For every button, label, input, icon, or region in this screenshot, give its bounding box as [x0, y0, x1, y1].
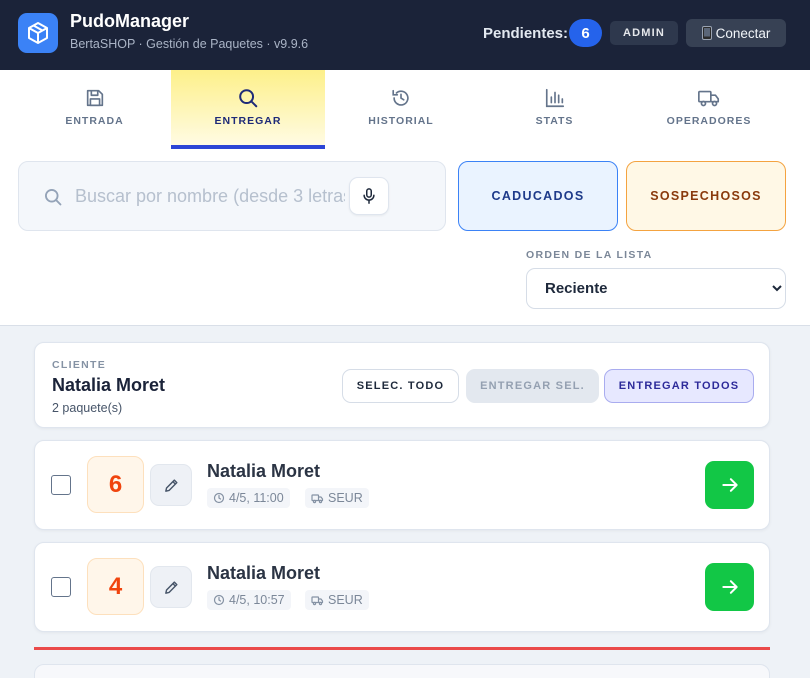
search-input[interactable]	[75, 184, 345, 208]
datetime-text: 4/5, 10:57	[229, 593, 285, 607]
order-label: ORDEN DE LA LISTA	[526, 249, 653, 261]
package-row: 4 Natalia Moret 4/5, 10:57 SEUR	[34, 542, 770, 632]
app-subtitle: BertaSHOP · Gestión de Paquetes · v9.9.6	[70, 37, 309, 51]
carrier-text: SEUR	[328, 593, 363, 607]
filter-caducados-button[interactable]: CADUCADOS	[458, 161, 618, 231]
deliver-selected-button[interactable]: ENTREGAR SEL.	[466, 369, 599, 403]
package-carrier: SEUR	[305, 590, 369, 610]
microphone-icon	[363, 188, 375, 204]
package-logo-icon	[18, 13, 58, 53]
pending-label: Pendientes:	[483, 25, 569, 42]
select-all-button[interactable]: SELEC. TODO	[342, 369, 459, 403]
tab-operadores[interactable]: OPERADORES	[632, 70, 786, 149]
package-row: 6 Natalia Moret 4/5, 11:00 SEUR	[34, 440, 770, 530]
truck-icon	[311, 493, 324, 503]
phone-icon	[701, 26, 712, 40]
truck-icon	[311, 595, 324, 605]
datetime-text: 4/5, 11:00	[229, 491, 284, 505]
tab-stats[interactable]: STATS	[477, 70, 632, 149]
controls-panel: ENTRADA ENTREGAR HISTORIAL STATS OPERADO…	[0, 70, 810, 326]
connect-button[interactable]: Conectar	[686, 19, 786, 47]
tab-historial[interactable]: HISTORIAL	[325, 70, 477, 149]
package-carrier: SEUR	[305, 488, 369, 508]
edit-button[interactable]	[150, 566, 192, 608]
app-header: PudoManager BertaSHOP · Gestión de Paque…	[0, 0, 810, 70]
group-divider	[34, 647, 770, 650]
tab-entrada[interactable]: ENTRADA	[18, 70, 171, 149]
deliver-package-button[interactable]	[705, 563, 754, 611]
order-select[interactable]: Reciente	[526, 268, 786, 309]
filter-sospechosos-button[interactable]: SOSPECHOSOS	[626, 161, 786, 231]
pencil-icon	[164, 478, 178, 492]
deliver-package-button[interactable]	[705, 461, 754, 509]
role-badge: ADMIN	[610, 21, 678, 45]
tab-label: ENTRADA	[65, 115, 124, 127]
carrier-text: SEUR	[328, 491, 363, 505]
package-datetime: 4/5, 11:00	[207, 488, 290, 508]
package-checkbox[interactable]	[51, 577, 71, 597]
app-title: PudoManager	[70, 11, 190, 31]
truck-icon	[698, 90, 720, 107]
search-icon	[45, 189, 62, 206]
connect-label: Conectar	[715, 25, 771, 41]
client-caption: CLIENTE	[52, 359, 107, 371]
deliver-all-button[interactable]: ENTREGAR TODOS	[604, 369, 754, 403]
arrow-right-icon	[721, 478, 738, 492]
package-checkbox[interactable]	[51, 475, 71, 495]
tab-label: HISTORIAL	[368, 115, 434, 127]
voice-search-button[interactable]	[349, 177, 389, 215]
package-count: 2 paquete(s)	[52, 401, 123, 415]
arrow-right-icon	[721, 580, 738, 594]
package-recipient: Natalia Moret	[207, 461, 321, 481]
history-icon	[392, 89, 409, 106]
save-icon	[86, 89, 103, 107]
tab-label: ENTREGAR	[214, 115, 282, 127]
package-number: 6	[87, 456, 144, 513]
client-name: Natalia Moret	[52, 375, 166, 395]
pending-count-badge: 6	[569, 19, 602, 47]
package-number: 4	[87, 558, 144, 615]
tab-label: OPERADORES	[666, 115, 752, 127]
search-box	[18, 161, 446, 231]
tab-label: STATS	[535, 115, 574, 127]
edit-button[interactable]	[150, 464, 192, 506]
tab-entregar[interactable]: ENTREGAR	[171, 70, 325, 149]
bar-chart-icon	[545, 88, 564, 108]
client-card: CLIENTE Natalia Moret 2 paquete(s) SELEC…	[34, 342, 770, 428]
next-client-card	[34, 664, 770, 678]
clock-icon	[213, 594, 225, 606]
search-icon	[239, 89, 258, 108]
package-datetime: 4/5, 10:57	[207, 590, 291, 610]
pencil-icon	[164, 580, 178, 594]
clock-icon	[213, 492, 225, 504]
package-recipient: Natalia Moret	[207, 563, 321, 583]
